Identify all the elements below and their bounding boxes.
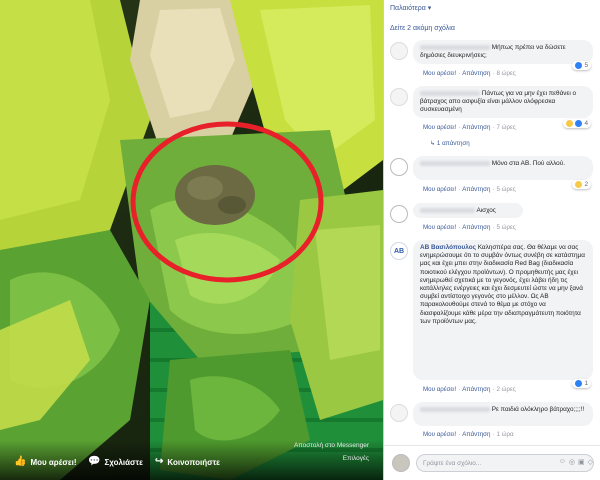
comment-author[interactable]: ΑΒ Βασιλόπουλος (420, 244, 476, 251)
reaction-badge[interactable]: 1 (572, 379, 591, 388)
comment-reply-link[interactable]: Απάντηση (462, 224, 490, 231)
comment-bubble: Αισχος (413, 203, 523, 218)
blurred-author (420, 207, 475, 213)
older-comments-toggle[interactable]: Παλαιότερα ▾ (390, 4, 431, 12)
comment-time[interactable]: 7 ώρες (496, 124, 515, 131)
comment-reply-link[interactable]: Απάντηση (462, 386, 490, 393)
like-reaction-icon (575, 120, 583, 127)
avatar[interactable] (390, 205, 408, 223)
comment-bubble: Πάντως για να μην έχει πεθάνει ο βάτραχο… (413, 86, 593, 118)
comment-like-link[interactable]: Μου αρέσει! (423, 224, 456, 231)
avatar[interactable] (390, 404, 408, 422)
comment-time[interactable]: 5 ώρες (496, 224, 515, 231)
comment-like-link[interactable]: Μου αρέσει! (423, 124, 456, 131)
comment-text: Μόνο στα ΑΒ. Πού αλλού. (491, 160, 566, 167)
comment-item: Αισχος Μου αρέσει! · Απάντηση · 5 ώρες (390, 203, 595, 237)
comment-meta: Μου αρέσει! · Απάντηση · 8 ώρες (423, 70, 516, 77)
haha-reaction-icon (575, 181, 583, 188)
comment-like-link[interactable]: Μου αρέσει! (423, 186, 456, 193)
composer-icons: ☺ ◎ ▣ ◇ (559, 458, 593, 466)
avatar[interactable] (390, 158, 408, 176)
ab-logo-avatar[interactable]: ΑΒ (390, 242, 408, 260)
comment-item: ΑΒ ΑΒ Βασιλόπουλος Καλησπέρα σας. Θα θέλ… (390, 240, 595, 398)
comment-reply-link[interactable]: Απάντηση (462, 186, 490, 193)
like-reaction-icon (575, 62, 583, 69)
comment-item: Ρε παιδιά ολόκληρο βάτραχο;;;;!! Μου αρέ… (390, 402, 595, 442)
options-link[interactable]: Επιλογές (343, 455, 369, 462)
comment-time[interactable]: 8 ώρες (496, 70, 515, 77)
blurred-author (420, 44, 490, 50)
send-messenger-link[interactable]: Αποστολή στο Messenger (294, 442, 369, 449)
blurred-author (420, 160, 490, 166)
share-button[interactable]: ↪ Κοινοποιήστε (155, 457, 220, 467)
share-label: Κοινοποιήστε (167, 457, 220, 467)
comment-reply-link[interactable]: Απάντηση (462, 70, 490, 77)
reaction-badge[interactable]: 4 (563, 119, 591, 128)
comments-panel: Παλαιότερα ▾ Δείτε 2 ακόμη σχόλια Μήπως … (383, 0, 600, 480)
comment-button[interactable]: 💬 Σχολιάστε (88, 457, 143, 467)
emoji-icon[interactable]: ☺ (559, 458, 566, 466)
speech-bubble-icon: 💬 (88, 456, 101, 467)
comment-bubble: Μήπως πρέπει να δώσετε δημόσιες διευκριν… (413, 40, 593, 64)
comment-time[interactable]: 5 ώρες (496, 186, 515, 193)
comment-text: Αισχος (476, 207, 496, 214)
comment-bubble: Ρε παιδιά ολόκληρο βάτραχο;;;;!! (413, 402, 593, 426)
reaction-badge[interactable]: 2 (572, 180, 591, 189)
camera-icon[interactable]: ◎ (569, 458, 575, 466)
comment-bubble: ΑΒ Βασιλόπουλος Καλησπέρα σας. Θα θέλαμε… (413, 240, 593, 380)
like-button[interactable]: 👍 Μου αρέσει! (14, 457, 77, 467)
avatar[interactable] (390, 42, 408, 60)
comment-like-link[interactable]: Μου αρέσει! (423, 386, 456, 393)
comment-time[interactable]: 2 ώρες (496, 386, 515, 393)
comment-reply-link[interactable]: Απάντηση (462, 431, 490, 438)
view-more-comments-link[interactable]: Δείτε 2 ακόμη σχόλια (390, 25, 455, 32)
like-reaction-icon (575, 380, 583, 387)
replies-count-label: 1 απάντηση (436, 140, 470, 147)
reply-arrow-icon: ↳ (430, 140, 437, 147)
gif-icon[interactable]: ▣ (578, 458, 585, 466)
blurred-author (420, 406, 490, 412)
comment-like-link[interactable]: Μου αρέσει! (423, 431, 456, 438)
view-replies-link[interactable]: ↳ 1 απάντηση (430, 140, 470, 147)
comment-like-link[interactable]: Μου αρέσει! (423, 70, 456, 77)
comment-bubble: Μόνο στα ΑΒ. Πού αλλού. (413, 156, 593, 180)
comment-item: Πάντως για να μην έχει πεθάνει ο βάτραχο… (390, 86, 595, 152)
sticker-icon[interactable]: ◇ (588, 458, 593, 466)
reaction-count: 2 (584, 181, 588, 188)
comment-input-placeholder: Γράψτε ένα σχόλιο... (423, 460, 482, 467)
comment-meta: Μου αρέσει! · Απάντηση · 1 ώρα (423, 431, 514, 438)
comment-meta: Μου αρέσει! · Απάντηση · 5 ώρες (423, 186, 516, 193)
reaction-count: 4 (584, 120, 588, 127)
comment-reply-link[interactable]: Απάντηση (462, 124, 490, 131)
comment-time[interactable]: 1 ώρα (496, 431, 513, 438)
comment-text: Ρε παιδιά ολόκληρο βάτραχο;;;;!! (491, 406, 585, 413)
blurred-author (420, 90, 480, 96)
haha-reaction-icon (566, 120, 574, 127)
comment-meta: Μου αρέσει! · Απάντηση · 2 ώρες (423, 386, 516, 393)
comment-item: Μήπως πρέπει να δώσετε δημόσιες διευκριν… (390, 40, 595, 82)
reaction-badge[interactable]: 5 (572, 61, 591, 70)
comment-composer: Γράψτε ένα σχόλιο... ☺ ◎ ▣ ◇ (384, 445, 600, 480)
share-arrow-icon: ↪ (155, 456, 164, 467)
reaction-count: 5 (584, 62, 588, 69)
thumbs-up-icon: 👍 (14, 456, 27, 467)
avatar[interactable] (390, 88, 408, 106)
current-user-avatar (392, 454, 410, 472)
reaction-count: 1 (584, 380, 588, 387)
post-photo[interactable]: 👍 Μου αρέσει! 💬 Σχολιάστε ↪ Κοινοποιήστε… (0, 0, 383, 480)
comment-text: Καλησπέρα σας. Θα θέλαμε να σας ενημερώσ… (420, 244, 585, 325)
comment-item: Μόνο στα ΑΒ. Πού αλλού. 2 Μου αρέσει! · Απ… (390, 156, 595, 198)
comment-meta: Μου αρέσει! · Απάντηση · 5 ώρες (423, 224, 516, 231)
like-label: Μου αρέσει! (30, 457, 77, 467)
comment-label: Σχολιάστε (104, 457, 143, 467)
lettuce-bags-image (0, 0, 383, 480)
comment-meta: Μου αρέσει! · Απάντηση · 7 ώρες (423, 124, 516, 131)
